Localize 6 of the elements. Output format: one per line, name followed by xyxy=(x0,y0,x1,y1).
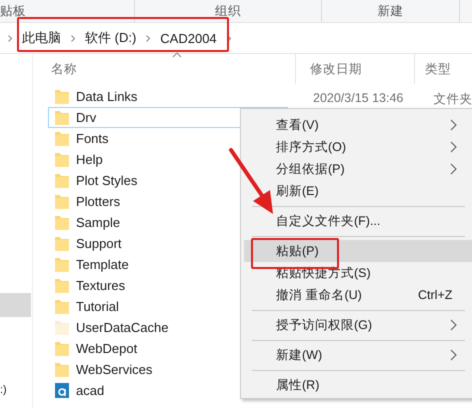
ribbon-group-label: 新建 xyxy=(378,2,404,20)
modified-date: 2020/3/15 13:46 xyxy=(313,91,404,107)
file-type: 文件夹 xyxy=(433,91,472,108)
ribbon-group-label: 贴板 xyxy=(0,2,26,20)
ribbon-group-label: 组织 xyxy=(215,2,241,20)
shortcut-label: Ctrl+Z xyxy=(418,288,452,302)
